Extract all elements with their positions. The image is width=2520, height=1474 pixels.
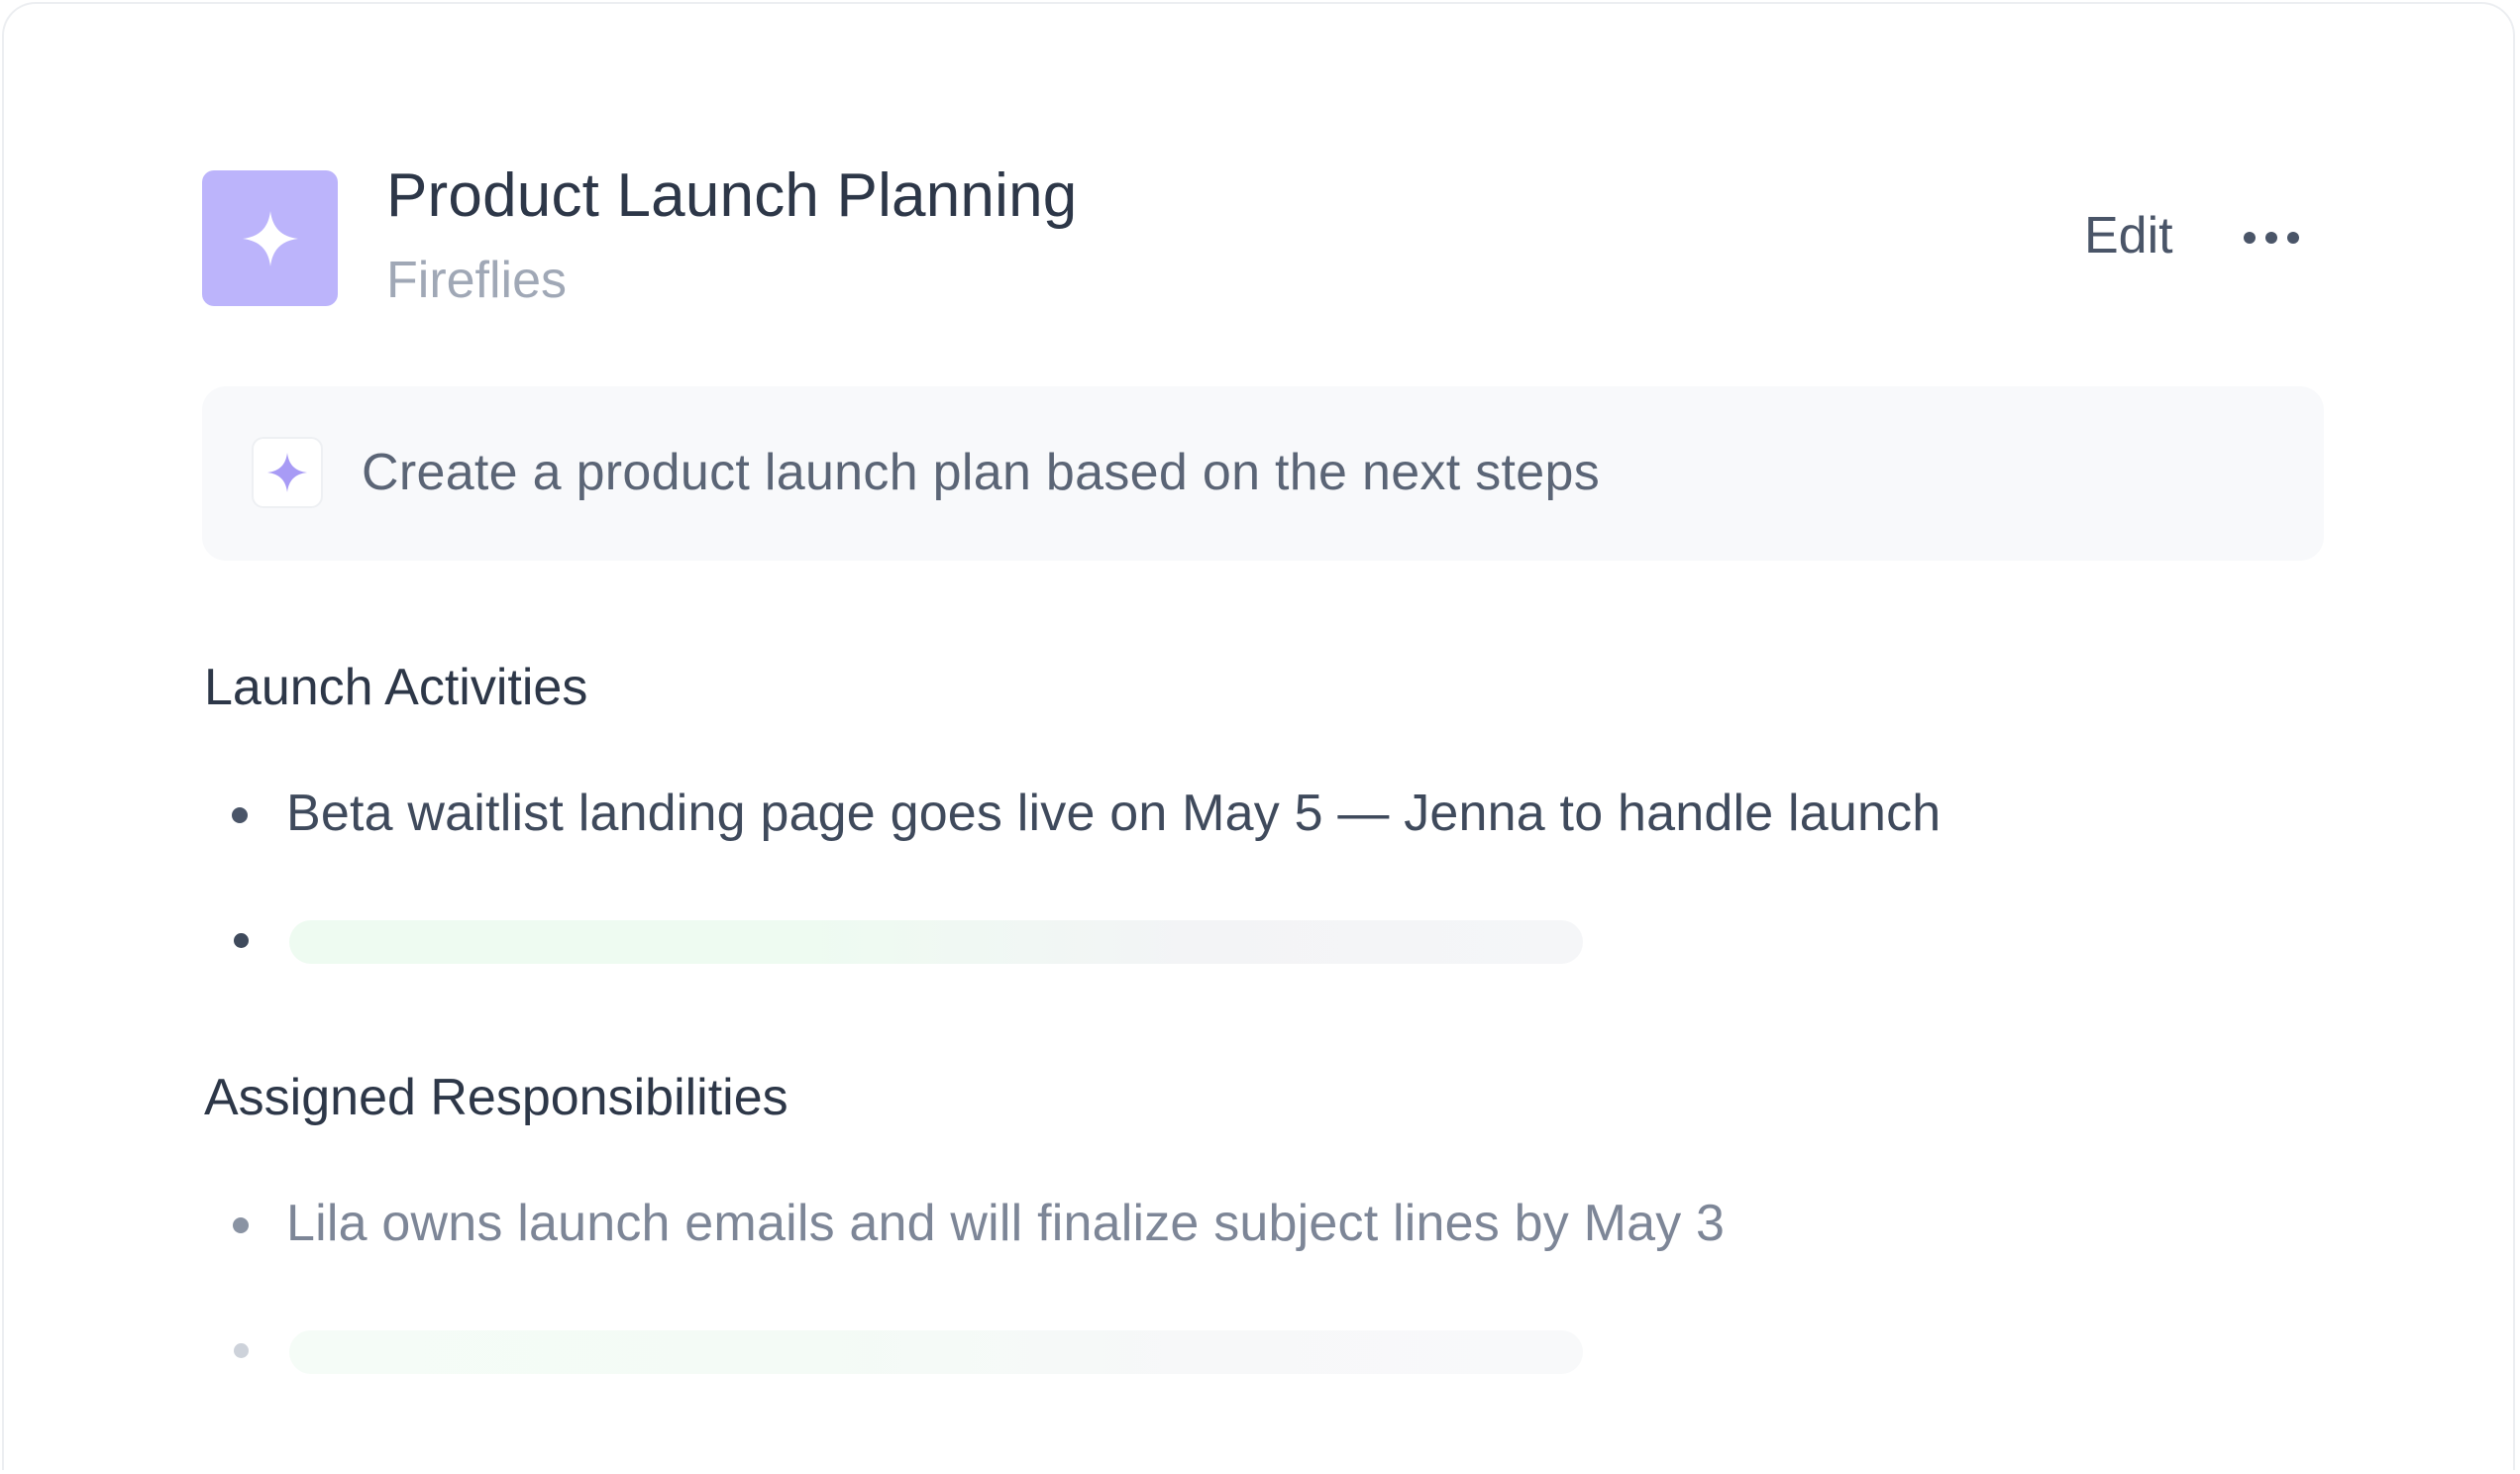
section-title-launch-activities: Launch Activities (204, 659, 588, 716)
bullet (234, 1343, 249, 1358)
source-label: Fireflies (386, 252, 568, 309)
loading-placeholder (289, 1330, 1583, 1374)
sparkle-icon (202, 170, 338, 306)
summary-card: Product Launch Planning Fireflies Edit C… (2, 2, 2515, 1470)
page-title: Product Launch Planning (386, 161, 1078, 230)
more-options-button[interactable] (2239, 218, 2304, 258)
prompt-text: Create a product launch plan based on th… (362, 444, 1600, 501)
edit-button[interactable]: Edit (2084, 201, 2173, 270)
list-item: Lila owns launch emails and will finaliz… (286, 1195, 1726, 1252)
more-horizontal-icon (2244, 232, 2299, 244)
bullet (232, 807, 248, 823)
sparkle-icon (252, 437, 323, 508)
loading-placeholder (289, 920, 1583, 964)
prompt-box: Create a product launch plan based on th… (202, 386, 2324, 561)
list-item: Beta waitlist landing page goes live on … (286, 785, 1942, 842)
bullet (233, 1217, 249, 1233)
bullet (234, 933, 249, 948)
section-title-assigned-responsibilities: Assigned Responsibilities (204, 1069, 788, 1126)
